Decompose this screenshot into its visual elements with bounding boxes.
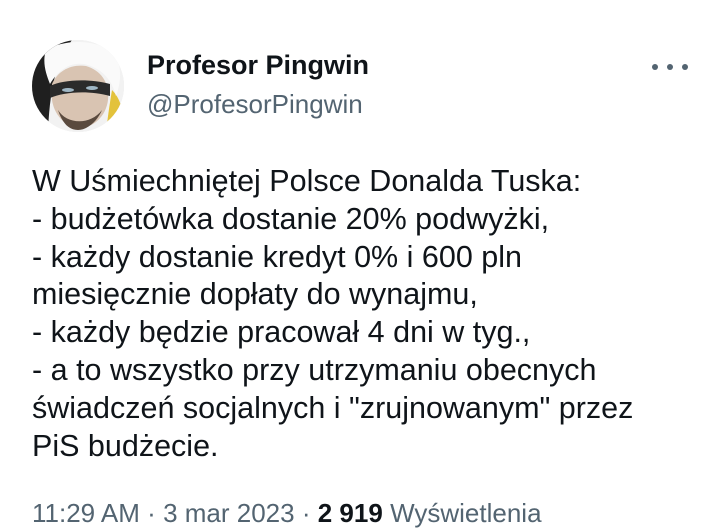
author-handle[interactable]: @ProfesorPingwin — [147, 89, 363, 120]
tweet-line: - każdy będzie pracował 4 dni w tyg., — [32, 315, 531, 350]
more-horizontal-icon — [667, 64, 673, 70]
tweet-meta: 11:29 AM · 3 mar 2023 · 2 919 Wyświetlen… — [32, 498, 542, 529]
tweet-line: W Uśmiechniętej Polsce Donalda Tuska: — [32, 164, 582, 198]
tweet-line: PiS budżecie. — [32, 428, 219, 463]
tweet-text: W Uśmiechniętej Polsce Donalda Tuska: - … — [32, 163, 702, 465]
views-label: Wyświetlenia — [390, 498, 542, 528]
tweet-line: miesięcznie dopłaty do wynajmu, — [32, 277, 478, 312]
tweet-date[interactable]: 3 mar 2023 — [163, 498, 295, 528]
meta-separator: · — [301, 498, 311, 528]
tweet-line: - każdy dostanie kredyt 0% i 600 pln — [32, 239, 522, 274]
tweet-time[interactable]: 11:29 AM — [32, 498, 140, 528]
author-display-name[interactable]: Profesor Pingwin — [147, 50, 369, 81]
meta-separator: · — [147, 498, 156, 528]
tweet-line: - budżetówka dostanie 20% podwyżki, — [32, 201, 550, 236]
avatar-image — [32, 40, 124, 132]
more-horizontal-icon — [652, 64, 658, 70]
more-horizontal-icon — [682, 64, 688, 70]
tweet: Profesor Pingwin @ProfesorPingwin W Uśmi… — [0, 0, 720, 528]
views-count: 2 919 — [317, 498, 383, 528]
more-options-button[interactable] — [652, 56, 688, 78]
avatar[interactable] — [32, 40, 124, 132]
tweet-line: świadczeń socjalnych i "zrujnowanym" prz… — [32, 390, 634, 425]
tweet-line: - a to wszystko przy utrzymaniu obecnych — [32, 352, 597, 387]
